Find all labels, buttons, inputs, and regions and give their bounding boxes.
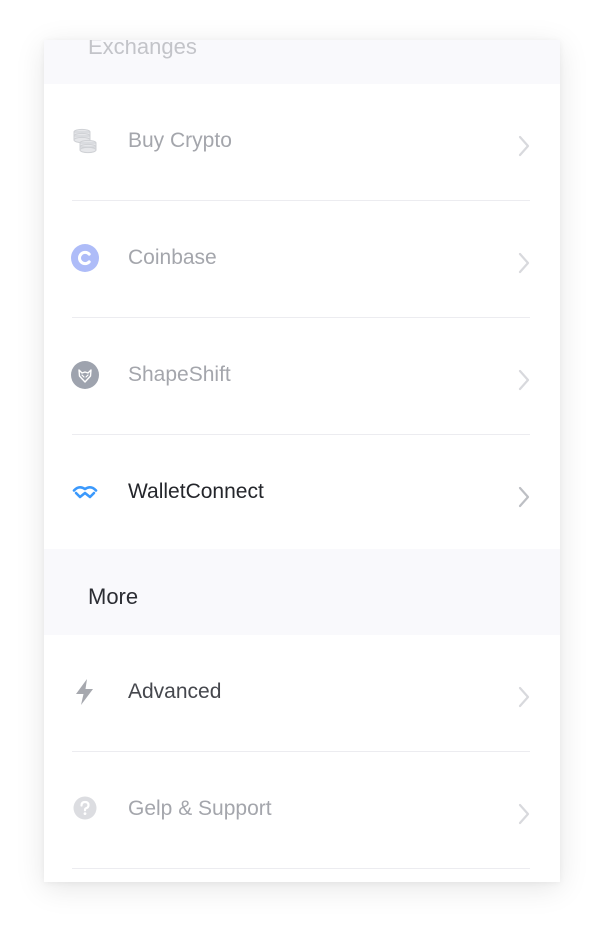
chevron-right-icon	[514, 685, 534, 709]
coinbase-icon	[71, 244, 99, 272]
chevron-right-icon	[514, 251, 534, 275]
chevron-right-icon	[514, 134, 534, 158]
shapeshift-icon	[71, 361, 99, 389]
chevron-right-icon	[514, 485, 534, 509]
menu-item-walletconnect[interactable]: WalletConnect	[44, 435, 560, 549]
section-header-exchanges: Exchanges	[44, 40, 560, 84]
menu-item-coinbase[interactable]: Coinbase	[44, 201, 560, 318]
menu-item-help-support[interactable]: Gelp & Support	[44, 752, 560, 869]
menu-item-shapeshift[interactable]: ShapeShift	[44, 318, 560, 435]
help-icon	[71, 795, 99, 823]
chevron-right-icon	[514, 368, 534, 392]
divider	[72, 868, 530, 869]
menu-item-label: Coinbase	[128, 246, 217, 269]
menu-item-label: ShapeShift	[128, 363, 231, 386]
settings-menu: Exchanges Buy Crypto Coinbase ShapeShift…	[44, 40, 560, 882]
walletconnect-icon	[71, 478, 99, 506]
section-title-exchanges: Exchanges	[88, 40, 197, 59]
menu-item-buy-crypto[interactable]: Buy Crypto	[44, 84, 560, 201]
menu-item-label: WalletConnect	[128, 480, 264, 503]
menu-item-label: Gelp & Support	[128, 797, 272, 820]
lightning-icon	[71, 678, 99, 706]
chevron-right-icon	[514, 802, 534, 826]
menu-item-label: Advanced	[128, 680, 222, 703]
section-header-more: More	[44, 549, 560, 635]
coins-icon	[71, 127, 99, 155]
menu-item-label: Buy Crypto	[128, 129, 232, 152]
menu-item-advanced[interactable]: Advanced	[44, 635, 560, 752]
section-title-more: More	[88, 584, 139, 609]
